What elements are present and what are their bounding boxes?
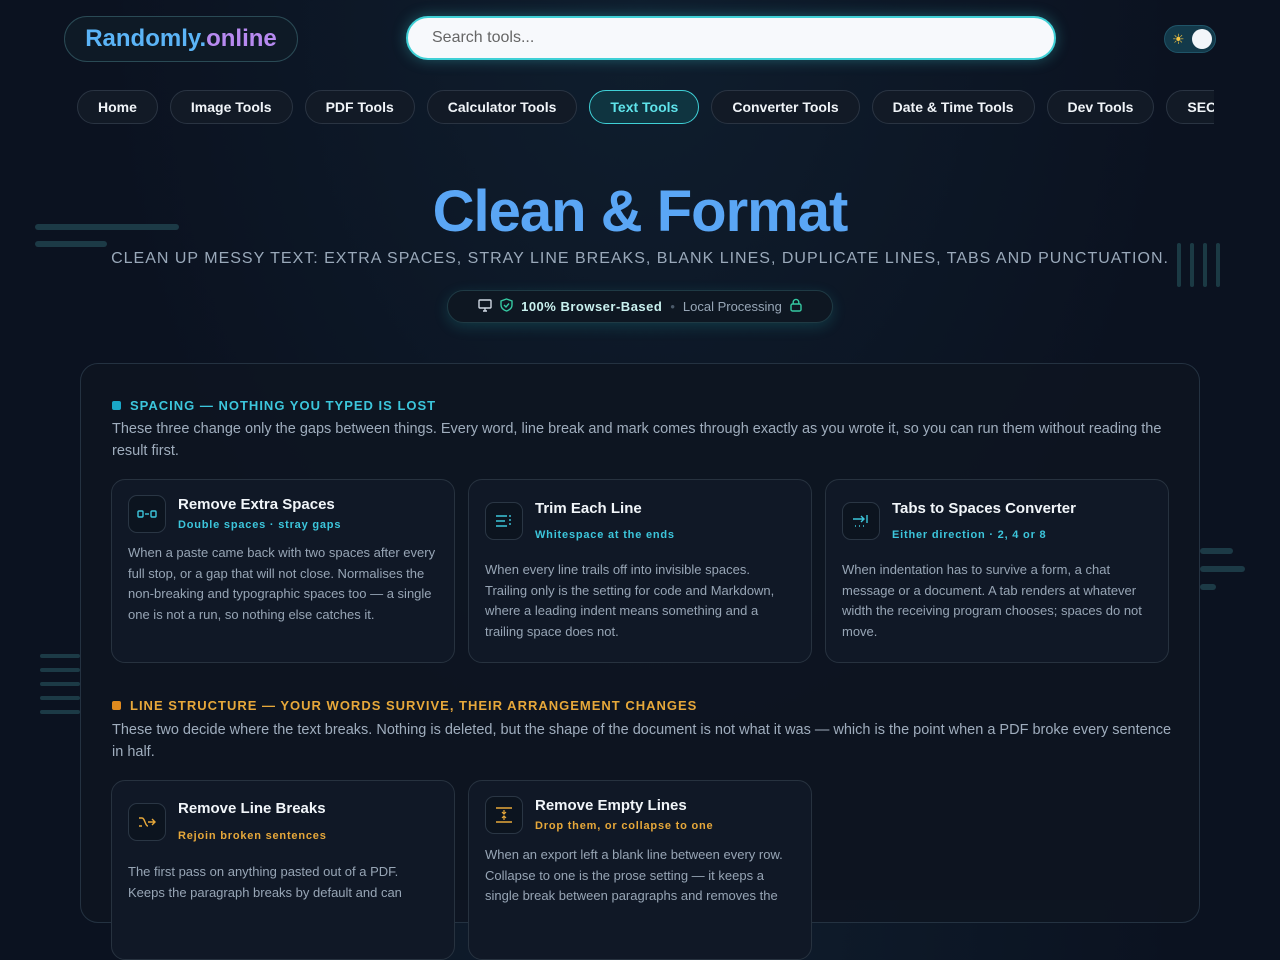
- section-heading-spacing: SPACING — NOTHING YOU TYPED IS LOST: [112, 398, 436, 413]
- tool-card-remove-line-breaks[interactable]: Remove Line Breaks Rejoin broken sentenc…: [111, 780, 455, 960]
- card-title: Tabs to Spaces Converter: [892, 500, 1076, 517]
- decor-line: [40, 682, 80, 686]
- trim-lines-icon: [485, 502, 523, 540]
- logo-text-primary: Randomly.: [85, 25, 207, 52]
- tools-panel: SPACING — NOTHING YOU TYPED IS LOST Thes…: [80, 363, 1200, 960]
- card-title: Remove Line Breaks: [178, 800, 326, 817]
- badge-browser-based: 100% Browser-Based: [521, 299, 663, 314]
- card-description: When every line trails off into invisibl…: [485, 562, 775, 639]
- section-marker: [112, 401, 121, 410]
- badge-local-processing: Local Processing: [682, 299, 782, 314]
- lock-icon: [790, 298, 802, 315]
- card-subtitle: Drop them, or collapse to one: [535, 820, 714, 832]
- card-description: When a paste came back with two spaces a…: [128, 545, 436, 622]
- card-subtitle: Double spaces · stray gaps: [178, 519, 342, 531]
- nav-converter-tools[interactable]: Converter Tools: [711, 90, 860, 124]
- shield-check-icon: [500, 298, 513, 315]
- theme-toggle[interactable]: ☀: [1164, 25, 1216, 53]
- card-title: Remove Empty Lines: [535, 797, 687, 814]
- nav-date-time-tools[interactable]: Date & Time Tools: [871, 90, 1035, 124]
- section-heading-text: SPACING — NOTHING YOU TYPED IS LOST: [130, 398, 437, 413]
- section-description: These two decide where the text breaks. …: [112, 722, 1172, 760]
- privacy-badge: 100% Browser-Based • Local Processing: [447, 290, 833, 323]
- category-nav: Home Image Tools PDF Tools Calculator To…: [77, 90, 1214, 124]
- page-subtitle: CLEAN UP MESSY TEXT: EXTRA SPACES, STRAY…: [111, 250, 1169, 267]
- nav-dev-tools[interactable]: Dev Tools: [1046, 90, 1155, 124]
- card-description: The first pass on anything pasted out of…: [128, 864, 402, 900]
- section-heading-text: LINE STRUCTURE — YOUR WORDS SURVIVE, THE…: [130, 698, 698, 713]
- nav-seo-tools[interactable]: SEO Tools: [1166, 90, 1214, 124]
- decor-line: [40, 654, 80, 658]
- nav-pdf-tools[interactable]: PDF Tools: [304, 90, 415, 124]
- nav-text-tools[interactable]: Text Tools: [589, 90, 700, 124]
- nav-home[interactable]: Home: [77, 90, 158, 124]
- collapse-lines-icon: [485, 796, 523, 834]
- logo-text-accent: online: [206, 25, 277, 52]
- card-subtitle: Rejoin broken sentences: [178, 830, 327, 842]
- decor-line: [40, 668, 80, 672]
- tool-card-remove-extra-spaces[interactable]: Remove Extra Spaces Double spaces · stra…: [111, 479, 455, 663]
- spaces-icon: [128, 495, 166, 533]
- card-title: Remove Extra Spaces: [178, 496, 335, 513]
- card-description: When indentation has to survive a form, …: [842, 562, 1142, 639]
- tool-card-remove-empty-lines[interactable]: Remove Empty Lines Drop them, or collaps…: [468, 780, 812, 960]
- page-title: Clean & Format: [432, 179, 849, 244]
- monitor-icon: [478, 298, 492, 315]
- section-description: These three change only the gaps between…: [112, 421, 1162, 459]
- decor-line: [40, 710, 80, 714]
- toggle-knob: [1192, 29, 1212, 49]
- section-heading-line-structure: LINE STRUCTURE — YOUR WORDS SURVIVE, THE…: [112, 698, 697, 713]
- nav-calculator-tools[interactable]: Calculator Tools: [426, 90, 578, 124]
- site-logo[interactable]: Randomly. online: [64, 16, 298, 62]
- tool-card-tabs-to-spaces[interactable]: Tabs to Spaces Converter Either directio…: [825, 479, 1169, 663]
- search-input[interactable]: [430, 28, 1032, 48]
- section-marker: [112, 701, 121, 710]
- tool-card-trim-each-line[interactable]: Trim Each Line Whitespace at the ends Wh…: [468, 479, 812, 663]
- card-title: Trim Each Line: [535, 500, 642, 517]
- tab-arrow-icon: [842, 502, 880, 540]
- card-description: When an export left a blank line between…: [485, 847, 783, 903]
- decor-line: [1200, 566, 1245, 572]
- search-bar[interactable]: [406, 16, 1056, 60]
- decor-line: [1200, 584, 1216, 590]
- decor-line: [1200, 548, 1233, 554]
- card-subtitle: Whitespace at the ends: [535, 529, 675, 541]
- sun-icon: ☀: [1172, 31, 1185, 47]
- decor-line: [40, 696, 80, 700]
- card-subtitle: Either direction · 2, 4 or 8: [892, 529, 1047, 541]
- merge-lines-icon: [128, 803, 166, 841]
- nav-image-tools[interactable]: Image Tools: [169, 90, 293, 124]
- badge-separator: •: [670, 299, 675, 314]
